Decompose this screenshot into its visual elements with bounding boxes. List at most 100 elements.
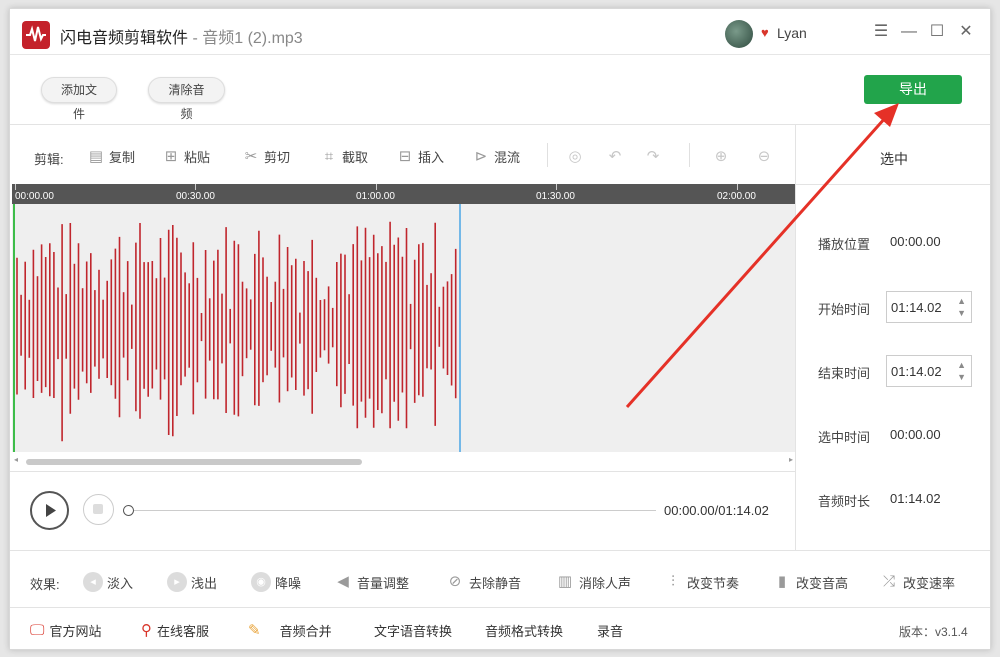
- copy-button[interactable]: ▤ 复制: [87, 145, 135, 167]
- divider: [10, 124, 990, 125]
- timeline-ruler[interactable]: 00:00.00 00:30.00 01:00.00 01:30.00 02:0…: [12, 184, 795, 204]
- decrement-icon[interactable]: ▼: [957, 309, 966, 318]
- remove-vocals-button[interactable]: ▥ 消除人声: [555, 571, 631, 593]
- toolbar-separator: [689, 143, 690, 167]
- scroll-right-icon[interactable]: ▸: [789, 455, 793, 464]
- horizontal-scrollbar[interactable]: ◂ ▸: [12, 455, 795, 468]
- format-convert-link[interactable]: 音频格式转换: [485, 620, 563, 640]
- support-icon: ⚲: [141, 622, 152, 639]
- zoom-in-icon: ⊕: [714, 148, 728, 165]
- play-icon: [46, 504, 56, 517]
- remove-silence-button[interactable]: ⊘ 去除静音: [445, 571, 521, 593]
- waveform: [13, 204, 461, 452]
- volume-label: 音量调整: [357, 575, 410, 591]
- start-time-stepper[interactable]: 01:14.02 ▲ ▼: [886, 291, 972, 323]
- monitor-icon: 🖵: [30, 621, 45, 639]
- tempo-icon: ⫶: [671, 573, 675, 590]
- scissors-icon: ✂: [244, 148, 258, 165]
- mix-label: 混流: [494, 149, 521, 165]
- vip-icon: ♥: [761, 25, 769, 40]
- stop-button[interactable]: [83, 494, 114, 525]
- redo-button[interactable]: ↷: [644, 145, 662, 167]
- fade-in-label: 淡入: [107, 575, 134, 591]
- tick-label: 00:00.00: [15, 191, 54, 202]
- progress-knob[interactable]: [123, 505, 134, 516]
- fade-out-label: 浅出: [191, 575, 218, 591]
- paste-button[interactable]: ⊞ 粘贴: [162, 145, 210, 167]
- increment-icon[interactable]: ▲: [957, 297, 966, 306]
- remove-silence-label: 去除静音: [469, 575, 522, 591]
- increment-icon[interactable]: ▲: [957, 361, 966, 370]
- fade-in-button[interactable]: ◂ 淡入: [83, 571, 133, 593]
- zoom-out-icon: ⊖: [757, 148, 771, 165]
- app-name: 闪电音频剪辑软件: [60, 30, 189, 47]
- maximize-button[interactable]: ☐: [926, 21, 948, 43]
- zoom-out-button[interactable]: ⊖: [755, 145, 773, 167]
- denoise-icon: ◉: [251, 572, 271, 592]
- export-button[interactable]: 导出: [864, 75, 962, 104]
- audio-merge-link[interactable]: ✎ 音频合并: [248, 620, 332, 640]
- copy-label: 复制: [109, 149, 136, 165]
- zoom-in-button[interactable]: ⊕: [712, 145, 730, 167]
- end-time-value[interactable]: 01:14.02: [891, 364, 942, 379]
- menu-icon[interactable]: ☰: [870, 21, 892, 43]
- convert-label: 音频格式转换: [485, 623, 564, 639]
- total-time: 01:14.02: [718, 503, 769, 518]
- effects-label: 效果:: [30, 577, 60, 592]
- insert-button[interactable]: ⊟ 插入: [396, 145, 444, 167]
- mix-button[interactable]: ⊳ 混流: [472, 145, 520, 167]
- play-position-label: 播放位置: [818, 237, 871, 252]
- user-name[interactable]: Lyan: [777, 25, 807, 41]
- fade-in-icon: ◂: [83, 572, 103, 592]
- progress-track[interactable]: [134, 510, 656, 511]
- tts-label: 文字语音转换: [374, 623, 453, 639]
- support-label: 在线客服: [157, 623, 210, 639]
- change-tempo-button[interactable]: ⫶ 改变节奏: [663, 571, 739, 593]
- denoise-button[interactable]: ◉ 降噪: [251, 571, 301, 593]
- crop-button[interactable]: ⌗ 截取: [320, 145, 368, 167]
- tts-link[interactable]: 文字语音转换: [374, 620, 452, 640]
- redo-icon: ↷: [646, 148, 660, 165]
- clear-audio-button[interactable]: 清除音频: [148, 77, 225, 121]
- crop-label: 截取: [342, 149, 369, 165]
- window-title: 闪电音频剪辑软件 - 音频1 (2).mp3: [60, 24, 303, 48]
- start-time-label: 开始时间: [818, 302, 871, 317]
- add-file-button[interactable]: 添加文件: [41, 77, 117, 121]
- listen-button[interactable]: ◎: [566, 145, 584, 167]
- online-support-link[interactable]: ⚲ 在线客服: [141, 620, 209, 640]
- undo-button[interactable]: ↶: [606, 145, 624, 167]
- insert-icon: ⊟: [398, 148, 412, 165]
- scroll-left-icon[interactable]: ◂: [14, 455, 18, 464]
- avatar[interactable]: [725, 20, 753, 48]
- volume-button[interactable]: ◀ 音量调整: [333, 571, 409, 593]
- start-time-value[interactable]: 01:14.02: [891, 300, 942, 315]
- crop-icon: ⌗: [324, 147, 334, 165]
- change-speed-button[interactable]: ⤮ 改变速率: [879, 571, 955, 593]
- listen-icon: ◎: [568, 148, 582, 165]
- mix-icon: ⊳: [474, 148, 488, 165]
- paste-icon: ⊞: [164, 148, 178, 165]
- minimize-button[interactable]: —: [898, 21, 920, 43]
- change-pitch-button[interactable]: ▮ 改变音高: [772, 571, 848, 593]
- end-time-label: 结束时间: [818, 366, 871, 381]
- play-position-value: 00:00.00: [890, 234, 941, 249]
- close-button[interactable]: ✕: [955, 21, 977, 43]
- decrement-icon[interactable]: ▼: [957, 373, 966, 382]
- vocals-icon: ▥: [557, 573, 573, 590]
- record-link[interactable]: 录音: [597, 620, 623, 640]
- official-website-link[interactable]: 🖵 官方网站: [30, 620, 101, 640]
- waveform-area[interactable]: [12, 204, 795, 452]
- copy-icon: ▤: [88, 148, 104, 165]
- divider: [10, 550, 990, 551]
- end-time-stepper[interactable]: 01:14.02 ▲ ▼: [886, 355, 972, 387]
- cut-button[interactable]: ✂ 剪切: [242, 145, 290, 167]
- toolbar-separator: [547, 143, 548, 167]
- edit-label: 剪辑:: [34, 152, 64, 167]
- play-button[interactable]: [30, 491, 69, 530]
- time-display: 00:00.00/01:14.02: [664, 503, 769, 518]
- selected-time-label: 选中时间: [818, 430, 871, 445]
- scroll-thumb[interactable]: [26, 459, 362, 465]
- remove-vocals-label: 消除人声: [579, 575, 632, 591]
- fade-out-button[interactable]: ▸ 浅出: [167, 571, 217, 593]
- audio-duration-value: 01:14.02: [890, 491, 941, 506]
